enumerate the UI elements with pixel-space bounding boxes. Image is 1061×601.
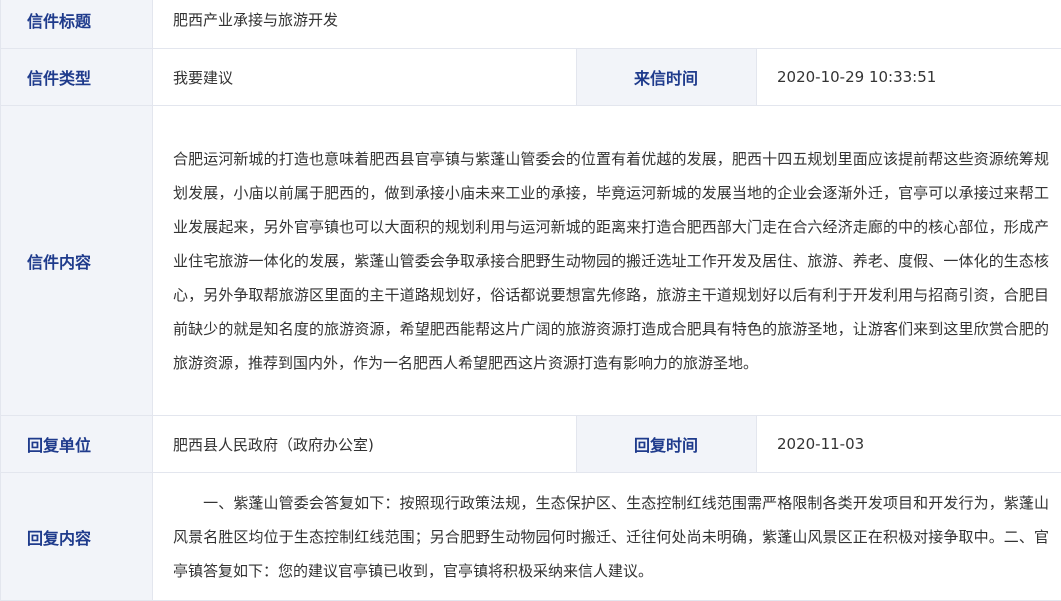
type-value: 我要建议 bbox=[153, 49, 577, 106]
type-row: 信件类型 我要建议 来信时间 2020-10-29 10:33:51 bbox=[1, 49, 1061, 106]
reply-unit-row: 回复单位 肥西县人民政府（政府办公室) 回复时间 2020-11-03 bbox=[1, 416, 1061, 473]
letter-time-label: 来信时间 bbox=[577, 49, 757, 106]
reply-content-row: 回复内容 一、紫蓬山管委会答复如下：按照现行政策法规，生态保护区、生态控制红线范… bbox=[1, 473, 1061, 601]
title-label: 信件标题 bbox=[1, 0, 153, 49]
title-value: 肥西产业承接与旅游开发 bbox=[153, 0, 1061, 49]
reply-time-value: 2020-11-03 bbox=[757, 416, 1061, 473]
letter-detail-table: 信件标题 肥西产业承接与旅游开发 信件类型 我要建议 来信时间 2020-10-… bbox=[0, 0, 1061, 601]
letter-time-value: 2020-10-29 10:33:51 bbox=[757, 49, 1061, 106]
content-text: 合肥运河新城的打造也意味着肥西县官亭镇与紫蓬山管委会的位置有着优越的发展，肥西十… bbox=[153, 106, 1061, 416]
reply-time-label: 回复时间 bbox=[577, 416, 757, 473]
reply-content-cell: 一、紫蓬山管委会答复如下：按照现行政策法规，生态保护区、生态控制红线范围需严格限… bbox=[153, 473, 1061, 601]
reply-content-label: 回复内容 bbox=[1, 473, 153, 601]
reply-unit-value: 肥西县人民政府（政府办公室) bbox=[153, 416, 577, 473]
reply-unit-label: 回复单位 bbox=[1, 416, 153, 473]
reply-content-text: 一、紫蓬山管委会答复如下：按照现行政策法规，生态保护区、生态控制红线范围需严格限… bbox=[173, 494, 1049, 580]
content-label: 信件内容 bbox=[1, 106, 153, 416]
type-label: 信件类型 bbox=[1, 49, 153, 106]
title-row: 信件标题 肥西产业承接与旅游开发 bbox=[1, 0, 1061, 49]
content-row: 信件内容 合肥运河新城的打造也意味着肥西县官亭镇与紫蓬山管委会的位置有着优越的发… bbox=[1, 106, 1061, 416]
